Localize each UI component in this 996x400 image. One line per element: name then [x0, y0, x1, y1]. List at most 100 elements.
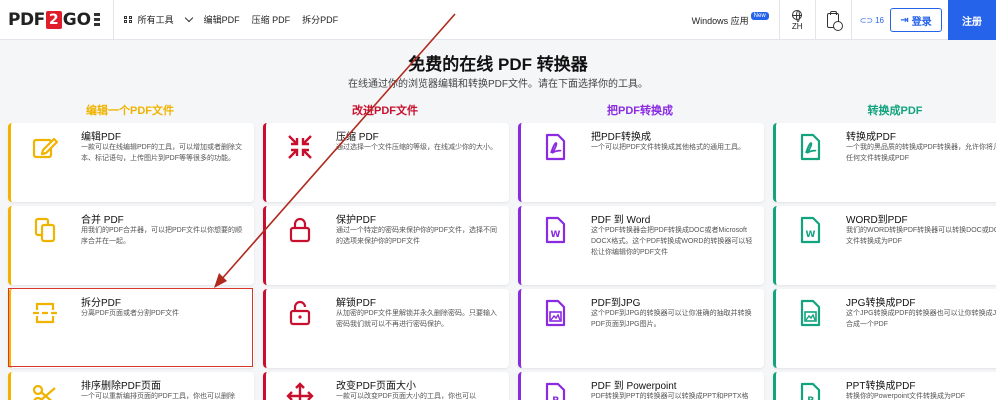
login-icon: ⇥: [900, 14, 909, 26]
ppt-file-icon: P: [541, 382, 569, 400]
card-title: PDF 到 Powerpoint: [591, 381, 677, 392]
tool-card-edit-pdf[interactable]: 编辑PDF 一款可以在线编辑PDF的工具，可以增加或者删除文本、标记语句，上传图…: [8, 123, 254, 202]
tool-card-pdf-to-jpg[interactable]: PDF到JPG 这个PDF到JPG的转换器可以让你准确的抽取并转换PDF页面到J…: [518, 289, 764, 368]
tool-card-pdf-to-powerpoint[interactable]: P PDF 到 Powerpoint PDF转换到PPT的转换器可以转换成PPT…: [518, 372, 764, 400]
globe-icon: [792, 9, 803, 22]
card-title: 压缩 PDF: [336, 132, 379, 143]
tool-card-protect-pdf[interactable]: 保护PDF 通过一个特定的密码来保护你的PDF文件，选择不同的选项来保护你的PD…: [263, 206, 509, 285]
windows-app-label: Windows 应用: [691, 15, 749, 26]
credits-counter[interactable]: ⊂⊃ 16: [852, 16, 890, 25]
page-subtitle: 在线通过你的浏览器编辑和转换PDF文件。请在下面选择你的工具。: [348, 79, 648, 90]
svg-text:P: P: [807, 396, 814, 400]
card-title: 转换成PDF: [846, 132, 896, 143]
link-icon: ⊂⊃: [859, 15, 874, 25]
card-description: 一个可以重新编排页面的PDF工具，你也可以删除: [81, 393, 235, 400]
tool-card-convert-from-pdf[interactable]: 把PDF转换成 一个可以把PDF文件转换成其他格式的通用工具。: [518, 123, 764, 202]
image-file-icon: [796, 299, 824, 327]
tool-card-sort-delete-pages[interactable]: 排序删除PDF页面 一个可以重新编排页面的PDF工具，你也可以删除: [8, 372, 254, 400]
language-label: ZH: [791, 21, 803, 31]
logo-bars-icon: [94, 13, 101, 26]
card-description: 这个PDF转换器会把PDF转换成DOC或者Microsoft DOCX格式。这个…: [591, 227, 753, 256]
word-file-icon: W: [541, 216, 569, 244]
all-tools-label: 所有工具: [137, 15, 174, 25]
history-button[interactable]: [816, 0, 852, 40]
image-file-icon: [541, 299, 569, 327]
card-description: 通过选择一个文件压缩的等级，在线减少你的大小。: [336, 144, 497, 151]
header-right: Windows 应用 New ZH ⊂⊃ 16 ⇥ 登录 注册: [692, 0, 996, 40]
top-nav-bar: PDF 2 GO 所有工具 编辑PDF 压缩 PDF 拆分PDF Windows…: [0, 0, 996, 40]
resize-icon: [286, 382, 314, 400]
language-selector[interactable]: ZH: [780, 0, 816, 40]
tool-card-merge-pdf[interactable]: 合并 PDF 用我们的PDF合并器，可以把PDF文件以你想要的顺序合并在一起。: [8, 206, 254, 285]
column-heading-from-pdf: 把PDF转换成: [607, 105, 673, 117]
all-tools-dropdown[interactable]: 所有工具: [114, 0, 204, 40]
scissors-icon: [31, 382, 59, 400]
merge-icon: [31, 216, 59, 244]
ppt-file-icon: P: [796, 382, 824, 400]
page-title: 免费的在线 PDF 转换器: [408, 55, 588, 74]
card-title: WORD到PDF: [846, 215, 908, 226]
card-description: 一个我的黑品质的转换成PDF转换器，允许你将几乎任何文件转换成PDF: [846, 144, 996, 162]
column-heading-improve: 改进PDF文件: [352, 105, 418, 117]
compress-icon: [286, 133, 314, 161]
tool-card-pdf-to-word[interactable]: W PDF 到 Word 这个PDF转换器会把PDF转换成DOC或者Micros…: [518, 206, 764, 285]
logo-text-go: GO: [62, 9, 92, 30]
card-title: 编辑PDF: [81, 132, 121, 143]
svg-text:P: P: [552, 396, 559, 400]
login-button[interactable]: ⇥ 登录: [890, 8, 942, 32]
pdf-file-icon: [541, 133, 569, 161]
login-label: 登录: [911, 16, 932, 28]
svg-text:W: W: [551, 230, 561, 240]
nav-compress-pdf[interactable]: 压缩 PDF: [252, 13, 291, 26]
annotation-highlight-box: [8, 288, 253, 367]
card-title: 合并 PDF: [81, 215, 124, 226]
card-description: 转换你的Powerpoint文件转换成为PDF: [846, 393, 966, 400]
windows-app-link[interactable]: Windows 应用 New: [692, 0, 780, 40]
grid-icon: [124, 15, 132, 24]
tool-card-resize-pdf[interactable]: 改变PDF页面大小 一款可以改变PDF页面大小的工具，你也可以: [263, 372, 509, 400]
tool-card-compress-pdf[interactable]: 压缩 PDF 通过选择一个文件压缩的等级，在线减少你的大小。: [263, 123, 509, 202]
svg-text:W: W: [806, 230, 816, 240]
card-description: 一个可以把PDF文件转换成其他格式的通用工具。: [591, 144, 745, 151]
card-description: 从加密的PDF文件里解锁并永久删除密码。只要输入密码我们就可以不再进行密码保护。: [336, 310, 497, 328]
credits-value: 16: [875, 15, 884, 25]
card-title: 解锁PDF: [336, 298, 376, 309]
card-description: 我们的WORD转换PDF转换器可以转换DOC或DOCX文件转换成为PDF: [846, 227, 996, 245]
card-description: 一款可以在线编辑PDF的工具，可以增加或者删除文本、标记语句，上传图片到PDF等…: [81, 144, 242, 162]
tool-card-word-to-pdf[interactable]: W WORD到PDF 我们的WORD转换PDF转换器可以转换DOC或DOCX文件…: [773, 206, 996, 285]
card-title: 把PDF转换成: [591, 132, 651, 143]
tool-card-convert-to-pdf[interactable]: 转换成PDF 一个我的黑品质的转换成PDF转换器，允许你将几乎任何文件转换成PD…: [773, 123, 996, 202]
card-title: JPG转换成PDF: [846, 298, 916, 309]
card-title: 排序删除PDF页面: [81, 381, 161, 392]
card-description: 一款可以改变PDF页面大小的工具，你也可以: [336, 393, 476, 400]
unlock-icon: [286, 299, 314, 327]
card-description: PDF转换到PPT的转换器可以转换成PPT和PPTX格式: [591, 393, 749, 400]
card-description: 用我们的PDF合并器，可以把PDF文件以你想要的顺序合并在一起。: [81, 227, 242, 245]
tool-card-jpg-to-pdf[interactable]: JPG转换成PDF 这个JPG转换成PDF的转换器也可以让你转换成JPG合成一个…: [773, 289, 996, 368]
card-title: PDF 到 Word: [591, 215, 651, 226]
pdf2go-logo[interactable]: PDF 2 GO: [0, 0, 101, 40]
card-title: PPT转换成PDF: [846, 381, 916, 392]
card-title: 改变PDF页面大小: [336, 381, 416, 392]
logo-text-2: 2: [45, 10, 62, 29]
pencil-icon: [31, 133, 59, 161]
card-title: 保护PDF: [336, 215, 376, 226]
new-badge: New: [750, 12, 769, 20]
chevron-down-icon: [184, 13, 193, 22]
lock-icon: [286, 216, 314, 244]
card-title: PDF到JPG: [591, 298, 641, 309]
card-description: 这个PDF到JPG的转换器可以让你准确的抽取并转换PDF页面到JPG图片。: [591, 310, 752, 328]
logo-text-pdf: PDF: [8, 9, 45, 30]
clipboard-clock-icon: [827, 10, 844, 31]
column-heading-edit: 编辑一个PDF文件: [86, 105, 174, 117]
register-label: 注册: [962, 16, 982, 28]
card-description: 这个JPG转换成PDF的转换器也可以让你转换成JPG合成一个PDF: [846, 310, 996, 328]
tool-card-ppt-to-pdf[interactable]: P PPT转换成PDF 转换你的Powerpoint文件转换成为PDF: [773, 372, 996, 400]
nav-split-pdf[interactable]: 拆分PDF: [302, 13, 338, 26]
register-button[interactable]: 注册: [948, 0, 996, 40]
word-file-icon: W: [796, 216, 824, 244]
card-description: 通过一个特定的密码来保护你的PDF文件，选择不同的选项来保护你的PDF文件: [336, 227, 497, 245]
pdf-file-icon: [796, 133, 824, 161]
tool-card-unlock-pdf[interactable]: 解锁PDF 从加密的PDF文件里解锁并永久删除密码。只要输入密码我们就可以不再进…: [263, 289, 509, 368]
nav-edit-pdf[interactable]: 编辑PDF: [204, 13, 240, 26]
